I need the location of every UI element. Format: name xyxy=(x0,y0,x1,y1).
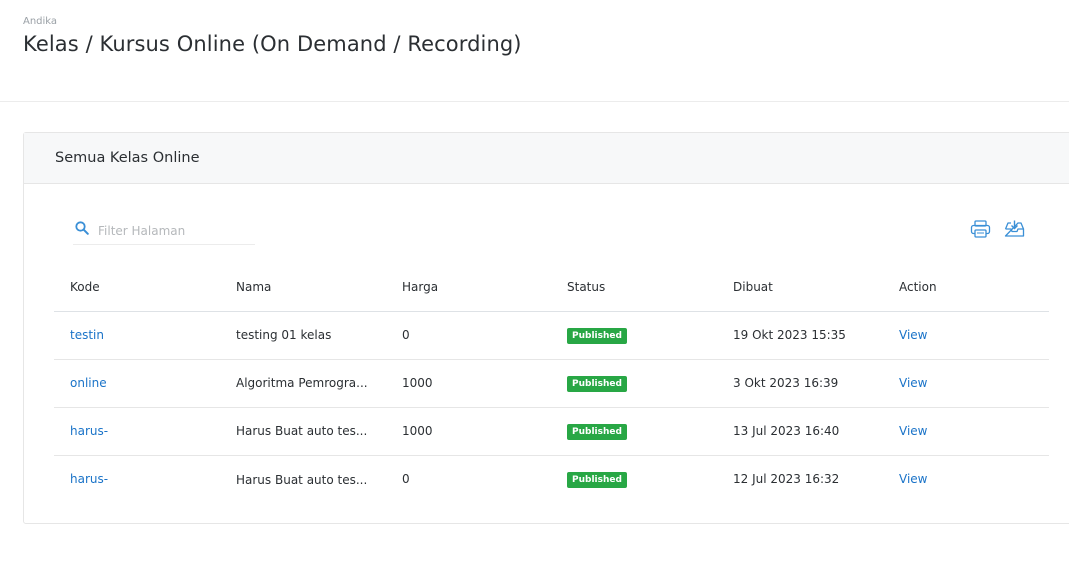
view-link[interactable]: View xyxy=(899,424,927,438)
table-row: harus- Harus Buat auto tes... 1000 Publi… xyxy=(54,407,1049,456)
classes-table: Kode Nama Harga Status Dibuat Action tes… xyxy=(54,264,1049,503)
kode-link[interactable]: harus- xyxy=(70,472,108,486)
search-bar xyxy=(73,217,255,245)
dibuat-cell: 19 Okt 2023 15:35 xyxy=(717,311,883,360)
print-button[interactable] xyxy=(969,219,991,239)
nama-cell: Harus Buat auto tes... xyxy=(236,424,368,439)
download-button[interactable] xyxy=(1003,219,1025,239)
table-row: testin testing 01 kelas 0 Published 19 O… xyxy=(54,311,1049,360)
search-input[interactable] xyxy=(98,223,248,238)
status-badge: Published xyxy=(567,471,627,488)
classes-card: Semua Kelas Online Kode xyxy=(23,132,1069,524)
column-header-harga[interactable]: Harga xyxy=(386,264,551,312)
header-divider xyxy=(0,101,1069,102)
nama-cell: testing 01 kelas xyxy=(236,328,332,343)
status-badge: Published xyxy=(567,423,627,440)
kode-link[interactable]: online xyxy=(70,376,107,390)
view-link[interactable]: View xyxy=(899,472,927,486)
harga-cell: 0 xyxy=(402,472,410,487)
kode-link[interactable]: harus- xyxy=(70,424,108,438)
download-icon xyxy=(1004,220,1024,237)
status-badge: Published xyxy=(567,327,627,344)
print-icon xyxy=(970,220,990,238)
table-row: harus- Harus Buat auto tes... 0 Publishe… xyxy=(54,455,1049,503)
card-title: Semua Kelas Online xyxy=(55,150,200,166)
kode-link[interactable]: testin xyxy=(70,328,104,342)
card-header: Semua Kelas Online xyxy=(24,133,1069,184)
nama-cell: Harus Buat auto tes... xyxy=(236,472,368,487)
table-header-row: Kode Nama Harga Status Dibuat Action xyxy=(54,264,1049,312)
dibuat-cell: 13 Jul 2023 16:40 xyxy=(717,407,883,456)
dibuat-cell: 12 Jul 2023 16:32 xyxy=(733,472,840,487)
page-title: Kelas / Kursus Online (On Demand / Recor… xyxy=(23,32,522,56)
column-header-kode[interactable]: Kode xyxy=(54,264,220,312)
harga-cell: 1000 xyxy=(386,359,551,408)
column-header-dibuat[interactable]: Dibuat xyxy=(717,264,883,312)
view-link[interactable]: View xyxy=(899,376,927,390)
search-icon[interactable] xyxy=(73,219,91,237)
status-badge: Published xyxy=(567,375,627,392)
breadcrumb-user: Andika xyxy=(23,16,58,27)
column-header-nama[interactable]: Nama xyxy=(220,264,386,312)
dibuat-cell: 3 Okt 2023 16:39 xyxy=(717,359,883,408)
harga-cell: 0 xyxy=(386,311,551,360)
column-header-status[interactable]: Status xyxy=(551,264,717,312)
column-header-action: Action xyxy=(883,264,1049,312)
view-link[interactable]: View xyxy=(899,328,927,342)
harga-cell: 1000 xyxy=(386,407,551,456)
table-row: online Algoritma Pemrogra... 1000 Publis… xyxy=(54,359,1049,408)
nama-cell: Algoritma Pemrogra... xyxy=(236,376,368,391)
